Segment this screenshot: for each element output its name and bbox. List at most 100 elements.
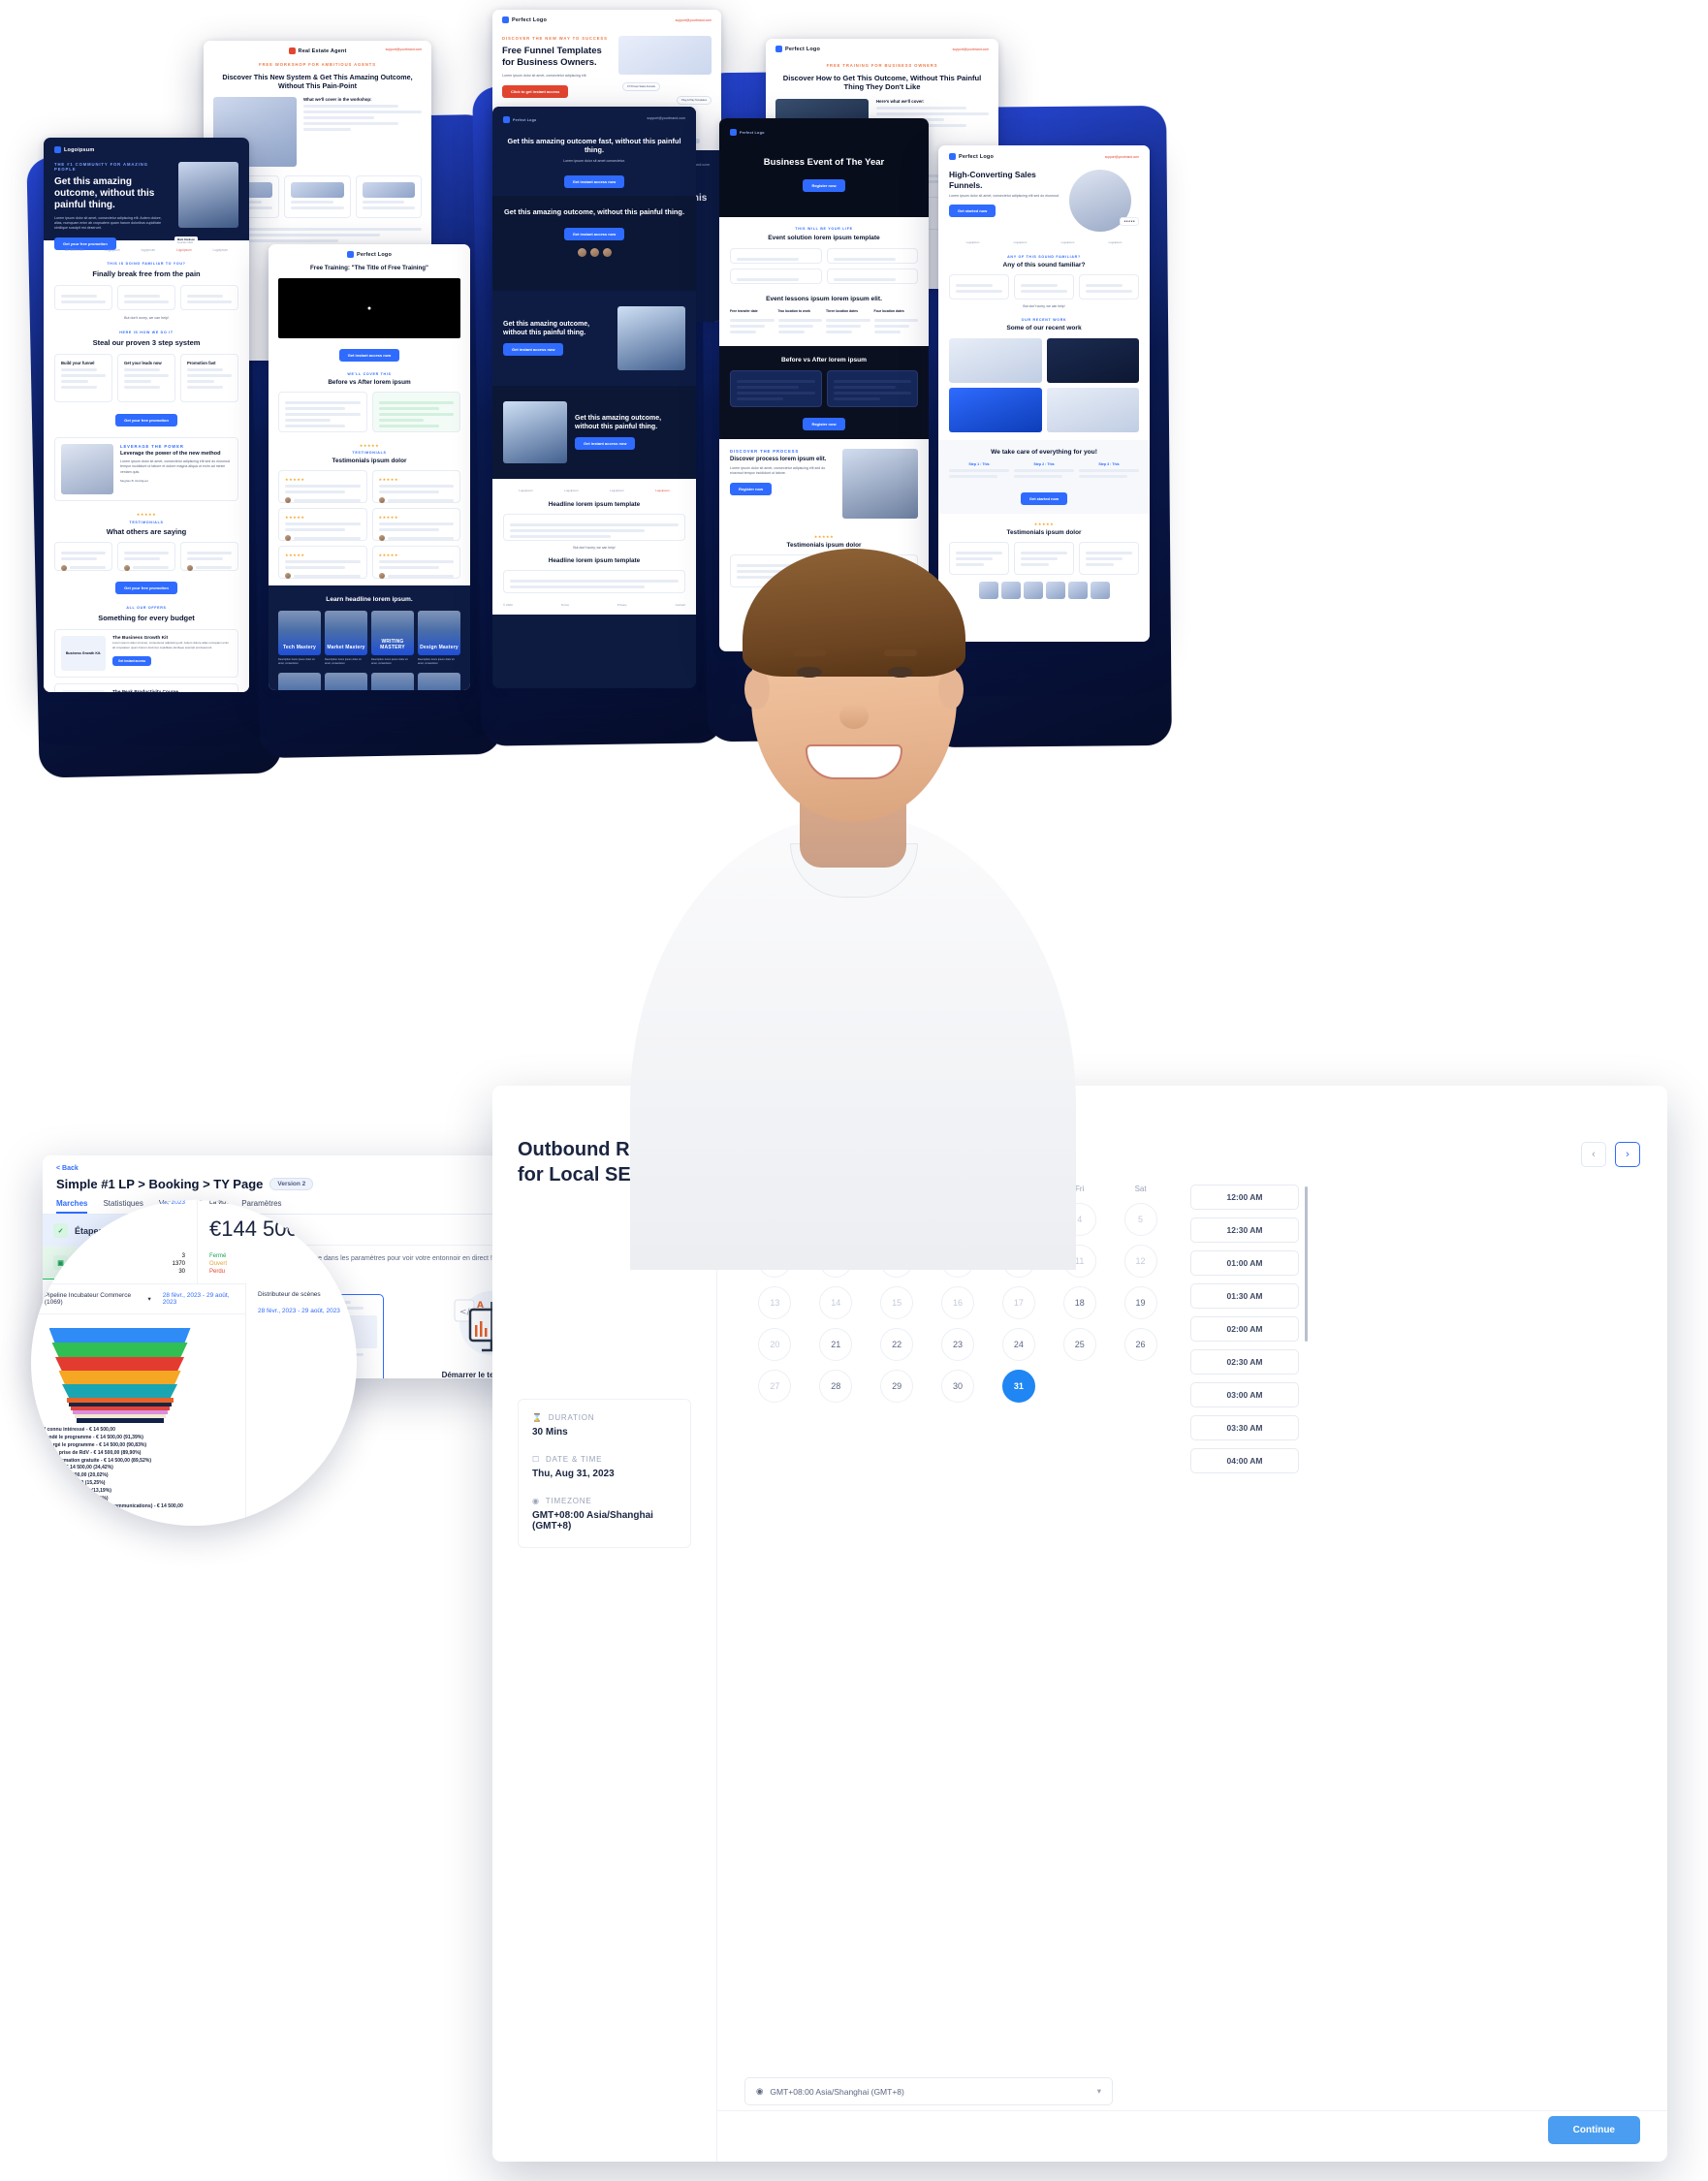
- section-title: What others are saying: [106, 527, 187, 536]
- funnel-segment: [51, 1343, 188, 1357]
- calendar-day[interactable]: 25: [1062, 1328, 1096, 1361]
- calendar-day[interactable]: 29: [880, 1370, 914, 1403]
- calendar-day[interactable]: 26: [1123, 1328, 1157, 1361]
- time-slot[interactable]: 02:00 AM: [1190, 1316, 1299, 1342]
- time-slot[interactable]: 02:30 AM: [1190, 1349, 1299, 1375]
- calendar-day[interactable]: 27: [758, 1370, 792, 1403]
- calendar-day[interactable]: 13: [758, 1286, 792, 1319]
- mastery-card: Market Mastery: [325, 672, 367, 690]
- template-cta-button[interactable]: Get started now: [1020, 492, 1068, 505]
- calendar-day-selected[interactable]: 31: [1001, 1370, 1035, 1403]
- video-player[interactable]: [278, 277, 460, 338]
- calendar-day[interactable]: 23: [940, 1328, 974, 1361]
- leads-value: 1403: [31, 1217, 53, 1241]
- template-cta-button[interactable]: Get instant access now: [503, 343, 564, 357]
- calendar-day[interactable]: 15: [880, 1286, 914, 1319]
- play-dot-icon: [367, 306, 371, 310]
- presenter-smile: [806, 744, 902, 779]
- legend-label: Perdu: [209, 1269, 226, 1275]
- funnel-segment: [55, 1357, 184, 1371]
- section-subtitle: But don't worry, we can help!: [124, 316, 169, 320]
- presenter-photo: [620, 523, 1086, 1270]
- time-slot[interactable]: 03:30 AM: [1190, 1415, 1299, 1440]
- logo-square-icon: [288, 47, 296, 54]
- legend-page-indicator[interactable]: 1/2: [31, 1514, 245, 1520]
- showcase-stage: Real Estate Agent support@yourbrand.com …: [0, 0, 1708, 2181]
- presenter-brow-left: [793, 649, 826, 656]
- hero-portrait: [503, 401, 567, 463]
- template-cta-button[interactable]: Click to get instant access: [502, 85, 569, 99]
- pipeline-select[interactable]: Pipeline Incubateur Commerce (1069): [45, 1292, 137, 1306]
- feature-tag: 37 Proven Sales Funnels: [622, 82, 660, 91]
- datetime-label: ☐ DATE & TIME: [532, 1455, 603, 1465]
- register-button[interactable]: Register now: [730, 482, 773, 495]
- legend-label: Ouvert: [209, 1261, 228, 1267]
- calendar-day[interactable]: 20: [758, 1328, 792, 1361]
- template-cta-button[interactable]: Get instant access now: [563, 175, 625, 189]
- calendar-day[interactable]: 5: [1123, 1203, 1157, 1236]
- time-slot[interactable]: 12:00 AM: [1190, 1185, 1299, 1210]
- section-title: Steal our proven 3 step system: [92, 338, 201, 347]
- timezone-selector[interactable]: ◉ GMT+08:00 Asia/Shanghai (GMT+8) ▾: [744, 2077, 1113, 2105]
- presenter-hair: [743, 549, 965, 677]
- register-button[interactable]: Register now: [803, 418, 845, 430]
- template-logoipsum-main[interactable]: Logoipsum THE #1 COMMUNITY FOR AMAZING P…: [44, 138, 249, 692]
- continue-button[interactable]: Continue: [1547, 2116, 1640, 2144]
- section-kicker: ALL OUR OFFERS: [126, 606, 167, 610]
- calendar-day[interactable]: 28: [819, 1370, 853, 1403]
- calendar-day[interactable]: 24: [1001, 1328, 1035, 1361]
- cover-title: What we'll cover in the workshop:: [303, 97, 372, 102]
- pipeline-label: La valeur de pipeline: [209, 1200, 268, 1206]
- calendar-day[interactable]: 17: [1001, 1286, 1035, 1319]
- calendar-day[interactable]: 16: [940, 1286, 974, 1319]
- time-slot[interactable]: 03:00 AM: [1190, 1382, 1299, 1407]
- template-cta-button[interactable]: Get your free promotion: [115, 414, 177, 427]
- legend-value: 1370: [172, 1261, 185, 1267]
- section-title: Any of this sound familiar?: [1002, 262, 1086, 269]
- template-cta-button[interactable]: Get your free promotion: [115, 582, 177, 594]
- presenter-ear-left: [744, 669, 770, 710]
- calendar-day[interactable]: 21: [819, 1328, 853, 1361]
- calendar-day[interactable]: 12: [1123, 1245, 1157, 1278]
- funnel-illustration: [618, 36, 712, 75]
- template-eyebrow: DISCOVER THE NEW WAY TO SUCCESS: [502, 36, 608, 41]
- template-free-training[interactable]: Perfect Logo Free Training: "The Title o…: [269, 244, 470, 690]
- offer-name: The Peak Productivity Course: [112, 690, 232, 692]
- template-cta-button[interactable]: Get instant access now: [575, 437, 636, 451]
- chevron-left-icon[interactable]: ‹: [1581, 1142, 1606, 1167]
- support-email: support@yourbrand.com: [952, 47, 989, 51]
- template-headline: High-Converting Sales Funnels.: [949, 170, 1036, 190]
- timezone-label: ◉ Timezone: [532, 1497, 592, 1506]
- slots-scrollbar[interactable]: [1305, 1186, 1308, 1342]
- template-cta-button[interactable]: Get instant access now: [563, 228, 625, 241]
- time-slot[interactable]: 12:30 AM: [1190, 1217, 1299, 1243]
- legend-item: (957) Inscrit à la formation gratuite - …: [31, 1458, 245, 1466]
- time-slot[interactable]: 01:00 AM: [1190, 1250, 1299, 1276]
- funnel-segment: [76, 1418, 164, 1423]
- calendar-day[interactable]: 18: [1062, 1286, 1096, 1319]
- template-headline: Discover How to Get This Outcome, Withou…: [782, 74, 982, 92]
- legend-item: (141) R1 No show - € 14 500,00 (13,19%): [31, 1488, 245, 1496]
- calendar-day[interactable]: 19: [1123, 1286, 1157, 1319]
- legend-item: (116) En négociation (couper toutes les …: [31, 1503, 245, 1511]
- template-cta-button[interactable]: Get instant access now: [338, 348, 400, 362]
- badge-role: Founder CEO: [177, 240, 194, 244]
- logo-square-icon: [54, 146, 61, 153]
- template-cta-button[interactable]: Get started now: [949, 205, 996, 218]
- funnel-segment: [48, 1328, 191, 1343]
- mastery-card: Tech Mastery: [278, 672, 321, 690]
- time-slot[interactable]: 04:00 AM: [1190, 1448, 1299, 1473]
- offer-card: Business Growth Kit. The Business Growth…: [54, 629, 238, 678]
- calendar-day[interactable]: 14: [819, 1286, 853, 1319]
- offer-thumb: Business Growth Kit.: [61, 690, 106, 692]
- legend-item: (977) A demandé le programme - € 14 500,…: [31, 1435, 245, 1442]
- event-column: Free transfer date: [730, 309, 758, 313]
- offer-cta-button[interactable]: Get instant access: [112, 656, 152, 666]
- event-title: Business Event of The Year: [763, 157, 885, 168]
- time-slot[interactable]: 01:30 AM: [1190, 1283, 1299, 1309]
- template-headline: Get this amazing outcome fast, without t…: [507, 137, 681, 155]
- chevron-right-icon[interactable]: ›: [1615, 1142, 1640, 1167]
- calendar-day[interactable]: 30: [940, 1370, 974, 1403]
- register-button[interactable]: Register now: [803, 179, 845, 192]
- calendar-day[interactable]: 22: [880, 1328, 914, 1361]
